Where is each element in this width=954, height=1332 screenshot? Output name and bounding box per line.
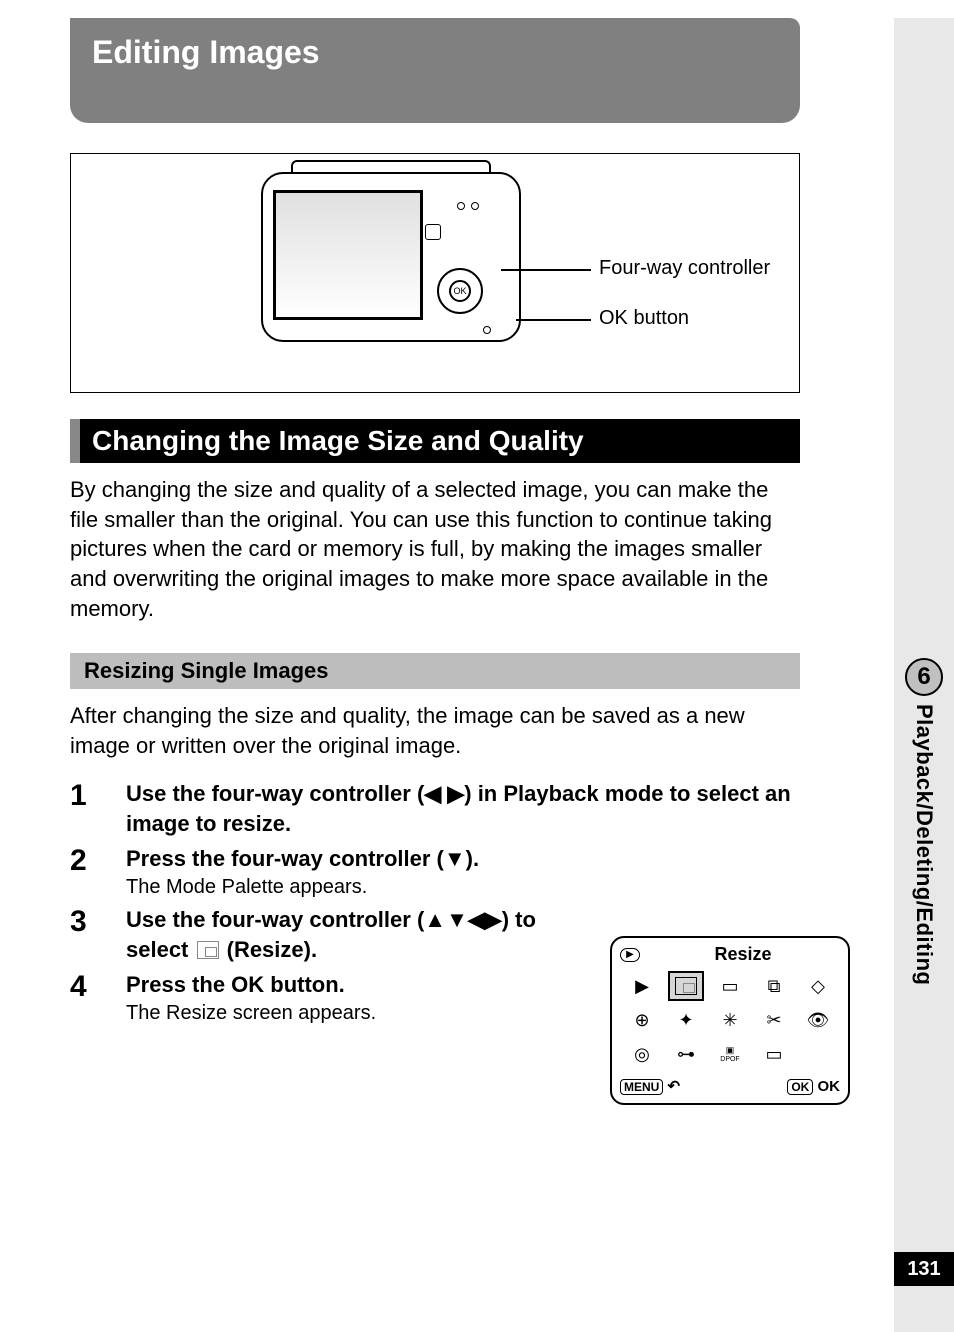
- soft-icon: ✳: [712, 1005, 748, 1035]
- step-title: Press the OK button.: [126, 970, 590, 1000]
- resize-icon: [197, 941, 219, 959]
- step-title: Use the four-way controller (◀ ▶) in Pla…: [126, 779, 800, 838]
- empty-icon: [800, 1039, 836, 1069]
- indicator-dot-icon: [471, 202, 479, 210]
- ok-button-label: OK OK: [787, 1078, 840, 1095]
- section-title: Changing the Image Size and Quality: [70, 419, 800, 463]
- mode-palette-screen: ▶ Resize ▶ ▭ ⧉ ◇ ⊕ ✦ ✳ ✂ 👁 ◎ ⊶ ▣DPOF ▭ M…: [610, 936, 850, 1105]
- trimming-icon: ▭: [712, 971, 748, 1001]
- step-number: 3: [70, 905, 126, 964]
- sub-heading: Resizing Single Images: [70, 653, 800, 689]
- page-content: Editing Images OK Four-way controller OK…: [0, 18, 880, 1031]
- down-arrow-icon: ▼: [446, 907, 468, 932]
- back-arrow-icon: ↶: [668, 1078, 681, 1095]
- button-dot-icon: [483, 326, 491, 334]
- down-arrow-icon: ▼: [444, 846, 466, 871]
- brightness-icon: ✦: [668, 1005, 704, 1035]
- rotate-icon: ◇: [800, 971, 836, 1001]
- up-arrow-icon: ▲: [424, 907, 446, 932]
- step-3: 3 Use the four-way controller (▲▼◀▶) to …: [70, 905, 590, 964]
- step-1: 1 Use the four-way controller (◀ ▶) in P…: [70, 779, 800, 838]
- callout-ok: OK button: [599, 307, 689, 330]
- callout-fourway: Four-way controller: [599, 257, 770, 280]
- page-number: 131: [894, 1252, 954, 1286]
- frame-icon: ◎: [624, 1039, 660, 1069]
- camera-illustration: OK: [261, 172, 541, 362]
- startup-icon: ▭: [756, 1039, 792, 1069]
- sub-body: After changing the size and quality, the…: [70, 701, 800, 760]
- palette-grid: ▶ ▭ ⧉ ◇ ⊕ ✦ ✳ ✂ 👁 ◎ ⊶ ▣DPOF ▭: [620, 969, 840, 1071]
- section-body: By changing the size and quality of a se…: [70, 475, 800, 623]
- step-number: 4: [70, 970, 126, 1025]
- step-title: Use the four-way controller (▲▼◀▶) to se…: [126, 905, 590, 964]
- left-arrow-icon: ◀: [424, 781, 441, 806]
- step-desc: The Mode Palette appears.: [126, 876, 800, 899]
- copy-icon: ⧉: [756, 971, 792, 1001]
- side-tab: 6 Playback/Deleting/Editing: [894, 658, 954, 985]
- step-title: Press the four-way controller (▼).: [126, 844, 800, 874]
- right-arrow-icon: ▶: [485, 907, 502, 932]
- left-arrow-icon: ◀: [468, 907, 485, 932]
- dpof-icon: ▣DPOF: [712, 1039, 748, 1069]
- step-number: 1: [70, 779, 126, 838]
- playback-button-icon: [425, 224, 441, 240]
- movie-edit-icon: ✂: [756, 1005, 792, 1035]
- palette-title: Resize: [646, 944, 840, 965]
- chapter-number-badge: 6: [905, 658, 943, 696]
- ok-button-icon: OK: [449, 280, 471, 302]
- chapter-title: Editing Images: [70, 18, 800, 123]
- chapter-label: Playback/Deleting/Editing: [911, 704, 937, 985]
- playback-mode-icon: ▶: [620, 948, 640, 962]
- step-4: 4 Press the OK button. The Resize screen…: [70, 970, 590, 1025]
- filter-icon: ⊕: [624, 1005, 660, 1035]
- menu-button-label: MENU ↶: [620, 1077, 680, 1095]
- step-desc: The Resize screen appears.: [126, 1002, 590, 1025]
- slideshow-icon: ▶: [624, 971, 660, 1001]
- step-number: 2: [70, 844, 126, 899]
- protect-icon: ⊶: [668, 1039, 704, 1069]
- camera-figure: OK Four-way controller OK button: [70, 153, 800, 393]
- resize-icon: [668, 971, 704, 1001]
- indicator-dot-icon: [457, 202, 465, 210]
- right-arrow-icon: ▶: [447, 781, 464, 806]
- redeye-icon: 👁: [800, 1005, 836, 1035]
- four-way-controller-icon: OK: [437, 268, 483, 314]
- step-2: 2 Press the four-way controller (▼). The…: [70, 844, 800, 899]
